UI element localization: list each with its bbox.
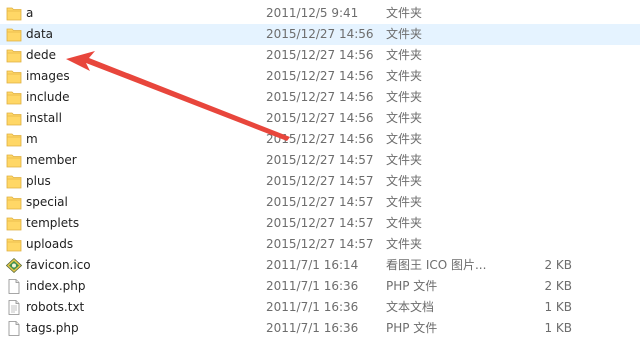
file-date-modified: 2015/12/27 14:57 [266,195,374,209]
file-type: 文件夹 [386,237,423,251]
file-name: include [26,90,70,104]
file-type: 文件夹 [386,132,423,146]
file-name: index.php [26,279,86,293]
file-type: 文件夹 [386,90,423,104]
document-icon [6,279,22,294]
folder-icon [6,216,22,231]
file-name: dede [26,48,56,62]
list-item[interactable]: dede 2015/12/27 14:56 文件夹 [0,45,640,66]
list-item[interactable]: tags.php 2011/7/1 16:36 PHP 文件 1 KB [0,318,640,339]
file-name: images [26,69,70,83]
file-name: tags.php [26,321,79,335]
file-list: a 2011/12/5 9:41 文件夹 data 2015/12/27 14:… [0,3,640,339]
file-name: uploads [26,237,74,251]
file-type: 文件夹 [386,153,423,167]
folder-icon [6,69,22,84]
file-type: 看图王 ICO 图片... [386,258,487,272]
file-date-modified: 2015/12/27 14:56 [266,111,374,125]
list-item[interactable]: robots.txt 2011/7/1 16:36 文本文档 1 KB [0,297,640,318]
list-item[interactable]: special 2015/12/27 14:57 文件夹 [0,192,640,213]
list-item[interactable]: include 2015/12/27 14:56 文件夹 [0,87,640,108]
file-name: robots.txt [26,300,85,314]
file-type: 文件夹 [386,111,423,125]
file-date-modified: 2015/12/27 14:57 [266,216,374,230]
file-type: 文件夹 [386,174,423,188]
list-item[interactable]: templets 2015/12/27 14:57 文件夹 [0,213,640,234]
list-item[interactable]: a 2011/12/5 9:41 文件夹 [0,3,640,24]
file-type: 文件夹 [386,27,423,41]
ico-image-icon [6,258,22,273]
file-date-modified: 2011/7/1 16:36 [266,321,359,335]
file-date-modified: 2015/12/27 14:57 [266,174,374,188]
file-date-modified: 2011/7/1 16:36 [266,300,359,314]
folder-icon [6,27,22,42]
file-type: 文件夹 [386,6,423,20]
list-item[interactable]: m 2015/12/27 14:56 文件夹 [0,129,640,150]
file-name: special [26,195,68,209]
file-name: plus [26,174,51,188]
file-type: 文件夹 [386,216,423,230]
folder-icon [6,6,22,21]
file-type: PHP 文件 [386,279,438,293]
file-type: 文件夹 [386,195,423,209]
file-size: 2 KB [544,279,572,293]
file-name: install [26,111,62,125]
file-date-modified: 2011/7/1 16:36 [266,279,359,293]
file-name: member [26,153,77,167]
list-item[interactable]: favicon.ico 2011/7/1 16:14 看图王 ICO 图片...… [0,255,640,276]
folder-icon [6,195,22,210]
file-size: 1 KB [544,321,572,335]
list-item[interactable]: plus 2015/12/27 14:57 文件夹 [0,171,640,192]
file-type: 文本文档 [386,300,435,314]
list-item[interactable]: uploads 2015/12/27 14:57 文件夹 [0,234,640,255]
file-size: 1 KB [544,300,572,314]
file-name: a [26,6,34,20]
file-type: 文件夹 [386,48,423,62]
file-date-modified: 2011/7/1 16:14 [266,258,359,272]
folder-icon [6,237,22,252]
file-date-modified: 2015/12/27 14:56 [266,69,374,83]
document-icon [6,300,22,315]
file-date-modified: 2015/12/27 14:57 [266,237,374,251]
file-date-modified: 2015/12/27 14:56 [266,27,374,41]
file-name: data [26,27,54,41]
list-item[interactable]: index.php 2011/7/1 16:36 PHP 文件 2 KB [0,276,640,297]
file-name: favicon.ico [26,258,91,272]
file-date-modified: 2015/12/27 14:57 [266,153,374,167]
file-date-modified: 2015/12/27 14:56 [266,90,374,104]
document-icon [6,321,22,336]
file-name: m [26,132,38,146]
folder-icon [6,90,22,105]
list-item[interactable]: data 2015/12/27 14:56 文件夹 [0,24,640,45]
file-name: templets [26,216,80,230]
file-size: 2 KB [544,258,572,272]
folder-icon [6,48,22,63]
folder-icon [6,174,22,189]
file-type: 文件夹 [386,69,423,83]
list-item[interactable]: images 2015/12/27 14:56 文件夹 [0,66,640,87]
list-item[interactable]: member 2015/12/27 14:57 文件夹 [0,150,640,171]
folder-icon [6,111,22,126]
list-item[interactable]: install 2015/12/27 14:56 文件夹 [0,108,640,129]
file-date-modified: 2015/12/27 14:56 [266,132,374,146]
file-date-modified: 2011/12/5 9:41 [266,6,359,20]
folder-icon [6,132,22,147]
file-date-modified: 2015/12/27 14:56 [266,48,374,62]
folder-icon [6,153,22,168]
file-type: PHP 文件 [386,321,438,335]
